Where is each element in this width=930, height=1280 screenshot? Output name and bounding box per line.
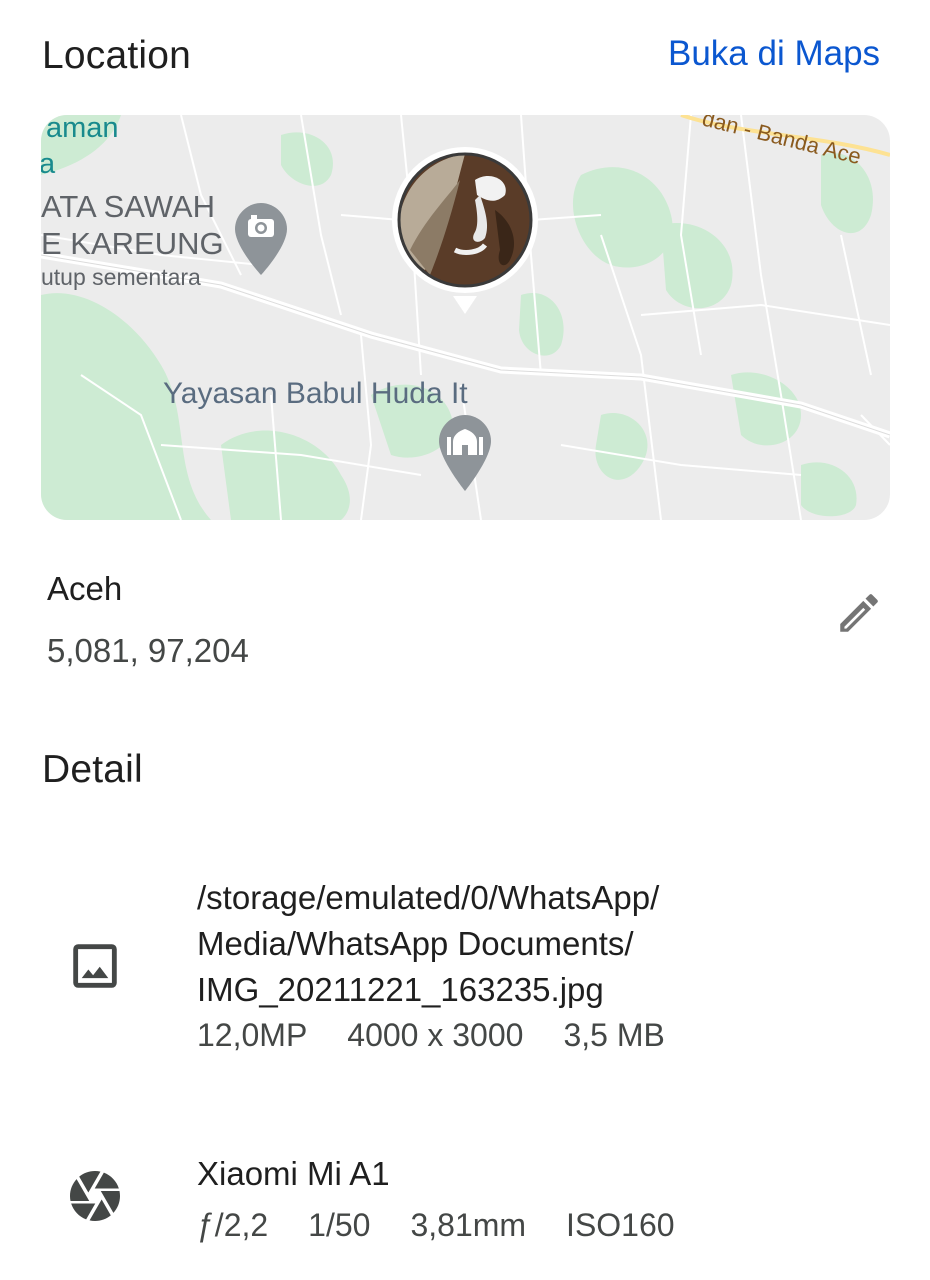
file-path-line-1: /storage/emulated/0/WhatsApp/ (197, 879, 660, 916)
image-icon (65, 936, 125, 996)
location-title: Location (42, 34, 192, 77)
mosque-poi-icon (439, 415, 491, 491)
edit-location-button[interactable] (829, 583, 889, 643)
map-label-a: a (41, 148, 56, 180)
camera-focal-length: 3,81mm (410, 1207, 527, 1243)
file-megapixels: 12,0MP (197, 1017, 308, 1053)
map-label-yayasan: Yayasan Babul Huda It (163, 377, 468, 410)
map-label-taman: aman (46, 115, 119, 144)
pencil-icon (840, 594, 878, 632)
camera-settings: ƒ/2,2 1/50 3,81mm ISO160 (197, 1207, 675, 1244)
camera-iso: ISO160 (566, 1207, 675, 1243)
file-path-line-3: IMG_20211221_163235.jpg (197, 971, 604, 1008)
camera-aperture: ƒ/2,2 (197, 1207, 269, 1243)
map-canvas: aman a ATA SAWAH E KAREUNG utup sementar… (41, 115, 890, 520)
camera-shutter: 1/50 (308, 1207, 371, 1243)
location-place-name: Aceh (47, 570, 123, 607)
location-map[interactable]: aman a ATA SAWAH E KAREUNG utup sementar… (41, 115, 890, 520)
camera-aperture-icon (65, 1166, 125, 1226)
file-meta: 12,0MP 4000 x 3000 3,5 MB (197, 1017, 665, 1054)
map-label-wisata-1: ATA SAWAH (41, 189, 215, 224)
detail-title: Detail (42, 748, 143, 791)
file-resolution: 4000 x 3000 (347, 1017, 524, 1053)
location-coordinates: 5,081, 97,204 (47, 632, 249, 669)
map-label-wisata-status: utup sementara (41, 264, 201, 290)
camera-model: Xiaomi Mi A1 (197, 1155, 390, 1192)
map-label-wisata-2: E KAREUNG (41, 226, 224, 261)
open-in-maps-link[interactable]: Buka di Maps (668, 34, 880, 74)
map-label-road: dan - Banda Ace (700, 115, 864, 169)
file-info[interactable]: /storage/emulated/0/WhatsApp/ Media/What… (197, 875, 665, 1054)
file-path-line-2: Media/WhatsApp Documents/ (197, 925, 634, 962)
camera-poi-icon (235, 203, 287, 275)
file-size: 3,5 MB (563, 1017, 665, 1053)
photo-location-marker[interactable] (392, 147, 538, 314)
